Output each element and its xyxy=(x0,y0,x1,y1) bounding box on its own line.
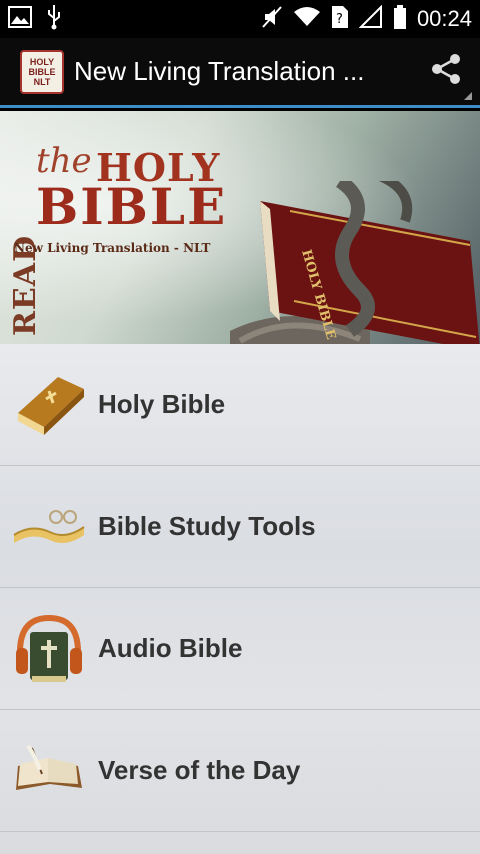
status-bar: ? 00:24 xyxy=(0,0,480,38)
app-icon[interactable]: HOLY BIBLE NLT xyxy=(20,49,64,94)
status-time: 00:24 xyxy=(416,6,472,31)
app-title: New Living Translation ... xyxy=(74,56,365,86)
menu-item-bible-study-tools[interactable]: Bible Study Tools xyxy=(0,466,480,588)
overflow-indicator xyxy=(464,91,472,100)
image-icon xyxy=(8,5,32,33)
signal-icon xyxy=(358,4,383,34)
banner-subtitle: New Living Translation - NLT xyxy=(14,241,211,255)
scroll-glasses-icon xyxy=(12,490,86,564)
headphones-bible-icon xyxy=(12,612,86,686)
battery-icon xyxy=(393,4,407,34)
menu-item-partial-icon xyxy=(12,815,86,854)
menu-item-label: Verse of the Day xyxy=(98,755,301,785)
app-icon-bible: BIBLE xyxy=(28,66,56,77)
share-icon xyxy=(429,52,463,91)
action-bar: HOLY BIBLE NLT New Living Translation ..… xyxy=(0,38,480,108)
bible-book-image: HOLY BIBLE xyxy=(230,171,480,344)
share-button[interactable] xyxy=(426,52,472,100)
unknown-sim-icon: ? xyxy=(331,5,349,34)
main-menu: Holy Bible Bible Study Tools Audio Bible… xyxy=(0,344,480,854)
banner-read-text: READ xyxy=(8,235,98,336)
header-banner: HOLY BIBLE READ the HOLY BIBLE New Livin… xyxy=(0,111,480,344)
book-icon xyxy=(12,368,86,442)
menu-item-partial[interactable] xyxy=(0,832,480,854)
banner-the-text: the xyxy=(36,141,92,181)
usb-icon xyxy=(46,4,62,35)
banner-bible-text: BIBLE xyxy=(36,177,228,236)
menu-item-holy-bible[interactable]: Holy Bible xyxy=(0,344,480,466)
menu-item-label: Audio Bible xyxy=(98,633,243,663)
open-book-quill-icon xyxy=(12,734,86,808)
menu-item-audio-bible[interactable]: Audio Bible xyxy=(0,588,480,710)
menu-item-label: Bible Study Tools xyxy=(98,511,316,541)
menu-item-label: Holy Bible xyxy=(98,389,226,419)
svg-text:?: ? xyxy=(336,12,343,27)
mute-icon xyxy=(261,5,283,34)
wifi-icon xyxy=(293,6,321,33)
menu-item-verse-of-the-day[interactable]: Verse of the Day xyxy=(0,710,480,832)
app-icon-nlt: NLT xyxy=(33,76,51,87)
app-icon-holy: HOLY xyxy=(29,56,55,67)
